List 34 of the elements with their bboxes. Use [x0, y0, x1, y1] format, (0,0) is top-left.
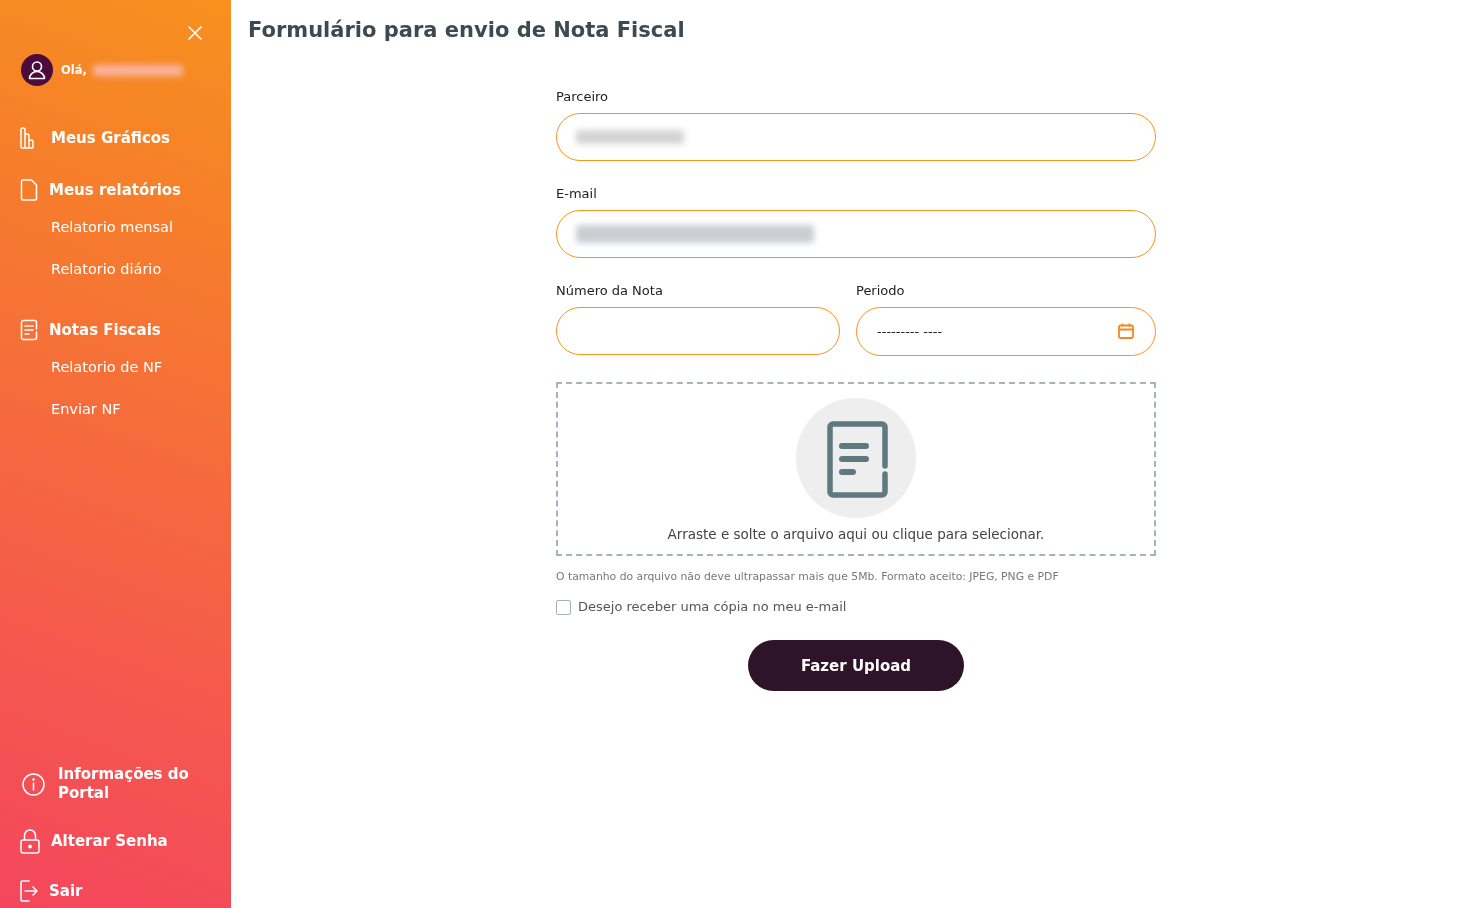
document-icon — [796, 398, 916, 518]
field-label: Parceiro — [556, 88, 609, 106]
nav-link[interactable]: Informações do Portal — [0, 765, 208, 803]
text-document-icon — [20, 319, 38, 341]
submenu-link[interactable]: Relatorio mensal — [51, 219, 173, 235]
input-field[interactable] — [556, 113, 1156, 161]
file-dropzone[interactable]: Arraste e solte o arquivo aqui ou clique para selecionar. — [556, 382, 1156, 556]
nav-link[interactable]: Meus Gráficos — [0, 126, 170, 150]
nav-link[interactable]: Alterar Senha — [0, 829, 168, 854]
field-label: Periodo — [856, 282, 905, 300]
greeting-text: Olá, — [61, 63, 87, 77]
checkbox[interactable] — [556, 599, 571, 615]
document-icon — [20, 179, 38, 201]
field-label: E-mail — [556, 185, 597, 203]
submenu-link[interactable]: Relatorio diário — [51, 261, 162, 277]
input-field[interactable] — [556, 307, 840, 355]
upload-button[interactable]: Fazer Upload — [748, 640, 964, 691]
lock-icon — [20, 829, 40, 854]
nav-link[interactable]: Notas Fiscais — [0, 318, 161, 342]
submenu-link[interactable]: Enviar NF — [51, 401, 121, 417]
field-label: Número da Nota — [556, 282, 663, 300]
avatar-icon — [21, 54, 53, 86]
calendar-icon[interactable] — [1118, 323, 1134, 339]
exit-arrow-icon — [20, 880, 38, 902]
checkbox-label: Desejo receber uma cópia no meu e-mail — [578, 598, 847, 616]
input-field[interactable]: --------- ---- — [856, 307, 1156, 356]
dropzone-text: Arraste e solte o arquivo aqui ou clique para selecionar. — [667, 525, 1045, 544]
nav-link[interactable]: Sair — [0, 880, 83, 902]
close-icon[interactable] — [188, 26, 202, 40]
hint-text: O tamanho do arquivo não deve ultrapassar mais que 5Mb. Formato aceito: JPEG, PNG e PDF — [556, 570, 1059, 584]
page-title: Formulário para envio de Nota Fiscal — [248, 17, 685, 44]
info-icon — [22, 772, 45, 796]
submenu-link[interactable]: Relatorio de NF — [51, 359, 163, 375]
nav-link[interactable]: Meus relatórios — [0, 178, 181, 202]
